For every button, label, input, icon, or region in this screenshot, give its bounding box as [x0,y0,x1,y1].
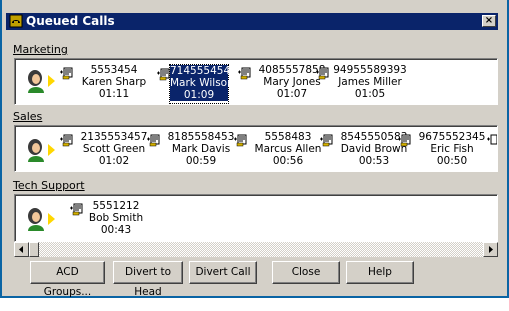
scroll-right-button[interactable] [483,242,498,257]
call-item[interactable]: 5551212 Bob Smith 00:43 [70,200,149,240]
scroll-left-button[interactable] [14,242,29,257]
agent-headset-icon [28,208,55,231]
group-label-tech-support: Tech Support [13,179,85,192]
tech-support-queue-panel: 5551212 Bob Smith 00:43 [14,194,498,242]
queued-phone-icon [238,67,251,80]
group-label-sales: Sales [13,110,43,123]
arrow-left-icon [19,246,23,253]
queued-phone-icon [70,203,83,216]
help-button[interactable]: Help [346,261,414,284]
title-bar[interactable]: Queued Calls × [6,13,498,30]
queued-phone-icon [147,134,160,147]
window-title: Queued Calls [26,14,115,28]
queued-phone-icon [234,134,247,147]
queued-phone-icon [60,134,73,147]
queued-phone-icon [157,68,170,81]
group-label-marketing: Marketing [13,43,68,56]
divert-call-button[interactable]: Divert Call [189,261,257,284]
horizontal-scrollbar[interactable] [14,242,498,257]
call-item[interactable]: 5558483 Marcus Allen 00:56 [234,131,329,171]
agent-headset-icon [28,139,55,162]
divert-to-head-button[interactable]: Divert to Head [113,261,183,298]
queued-phone-icon-partial [487,134,497,145]
bottom-strip [2,298,507,311]
arrow-right-icon [489,246,493,253]
scroll-thumb[interactable] [29,242,39,257]
phone-app-icon [9,14,23,28]
queued-phone-icon [398,134,411,147]
call-item[interactable]: 2135553457 Scott Green 01:02 [60,131,155,171]
queued-phone-icon [60,67,73,80]
acd-groups-button[interactable]: ACD Groups... [30,261,105,298]
call-item[interactable]: 5553454 Karen Sharp 01:11 [60,64,155,104]
call-item-selected[interactable]: 7145554543 Mark Wilson 01:09 [157,64,237,104]
marketing-queue-panel: 5553454 Karen Sharp 01:11 7145554543 Mar… [14,58,498,105]
agent-headset-icon [28,70,55,93]
call-item[interactable]: 8185558453 Mark Davis 00:59 [147,131,242,171]
queued-phone-icon [316,67,329,80]
sales-queue-panel: 2135553457 Scott Green 01:02 8185558453 … [14,125,498,172]
close-button[interactable]: Close [272,261,340,284]
call-item[interactable]: 94955589393 James Miller 01:05 [316,64,411,104]
queued-phone-icon [320,134,333,147]
close-window-button[interactable]: × [482,15,496,27]
call-item[interactable]: 9675552345 Eric Fish 00:50 [398,131,493,171]
